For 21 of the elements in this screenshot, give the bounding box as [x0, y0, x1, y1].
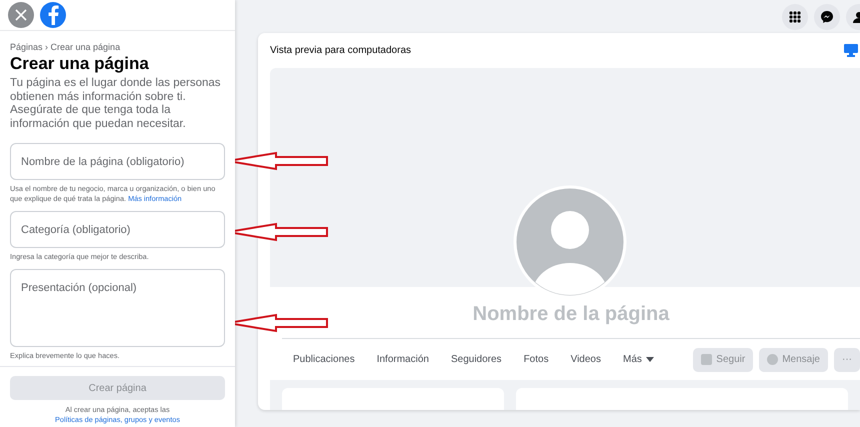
profile-tab[interactable]: Información	[366, 354, 440, 366]
grid-icon	[789, 10, 801, 22]
input-field[interactable]: Categoría (obligatorio)	[10, 211, 225, 248]
desktop-icon[interactable]	[844, 44, 858, 57]
page-name: Nombre de la página	[472, 302, 670, 326]
preview-label: Vista previa para computadoras	[270, 44, 412, 56]
close-button[interactable]	[8, 2, 34, 28]
description: Tu página es el lugar donde las personas obtienen más información sobre ti. Asegúrate de que tenga toda la información que puedan necesitar.	[10, 77, 222, 131]
input-field[interactable]: Nombre de la página (obligatorio)	[10, 143, 225, 180]
profile-tab[interactable]: Seguidores	[440, 354, 513, 366]
profile-tab[interactable]: Videos	[560, 354, 612, 366]
textarea-field[interactable]: Presentación (opcional)	[10, 269, 225, 347]
profile-tab[interactable]: Fotos	[512, 354, 560, 366]
breadcrumb: Páginas › Crear una página	[10, 42, 122, 52]
close-icon	[15, 9, 27, 21]
menu-button[interactable]	[782, 4, 808, 30]
page-title: Crear una página	[10, 54, 150, 74]
logo-icon[interactable]	[40, 2, 66, 28]
profile-tab[interactable]: Publicaciones	[282, 354, 366, 366]
messenger-button[interactable]	[814, 4, 840, 30]
profile-tab[interactable]: Más	[612, 354, 665, 366]
